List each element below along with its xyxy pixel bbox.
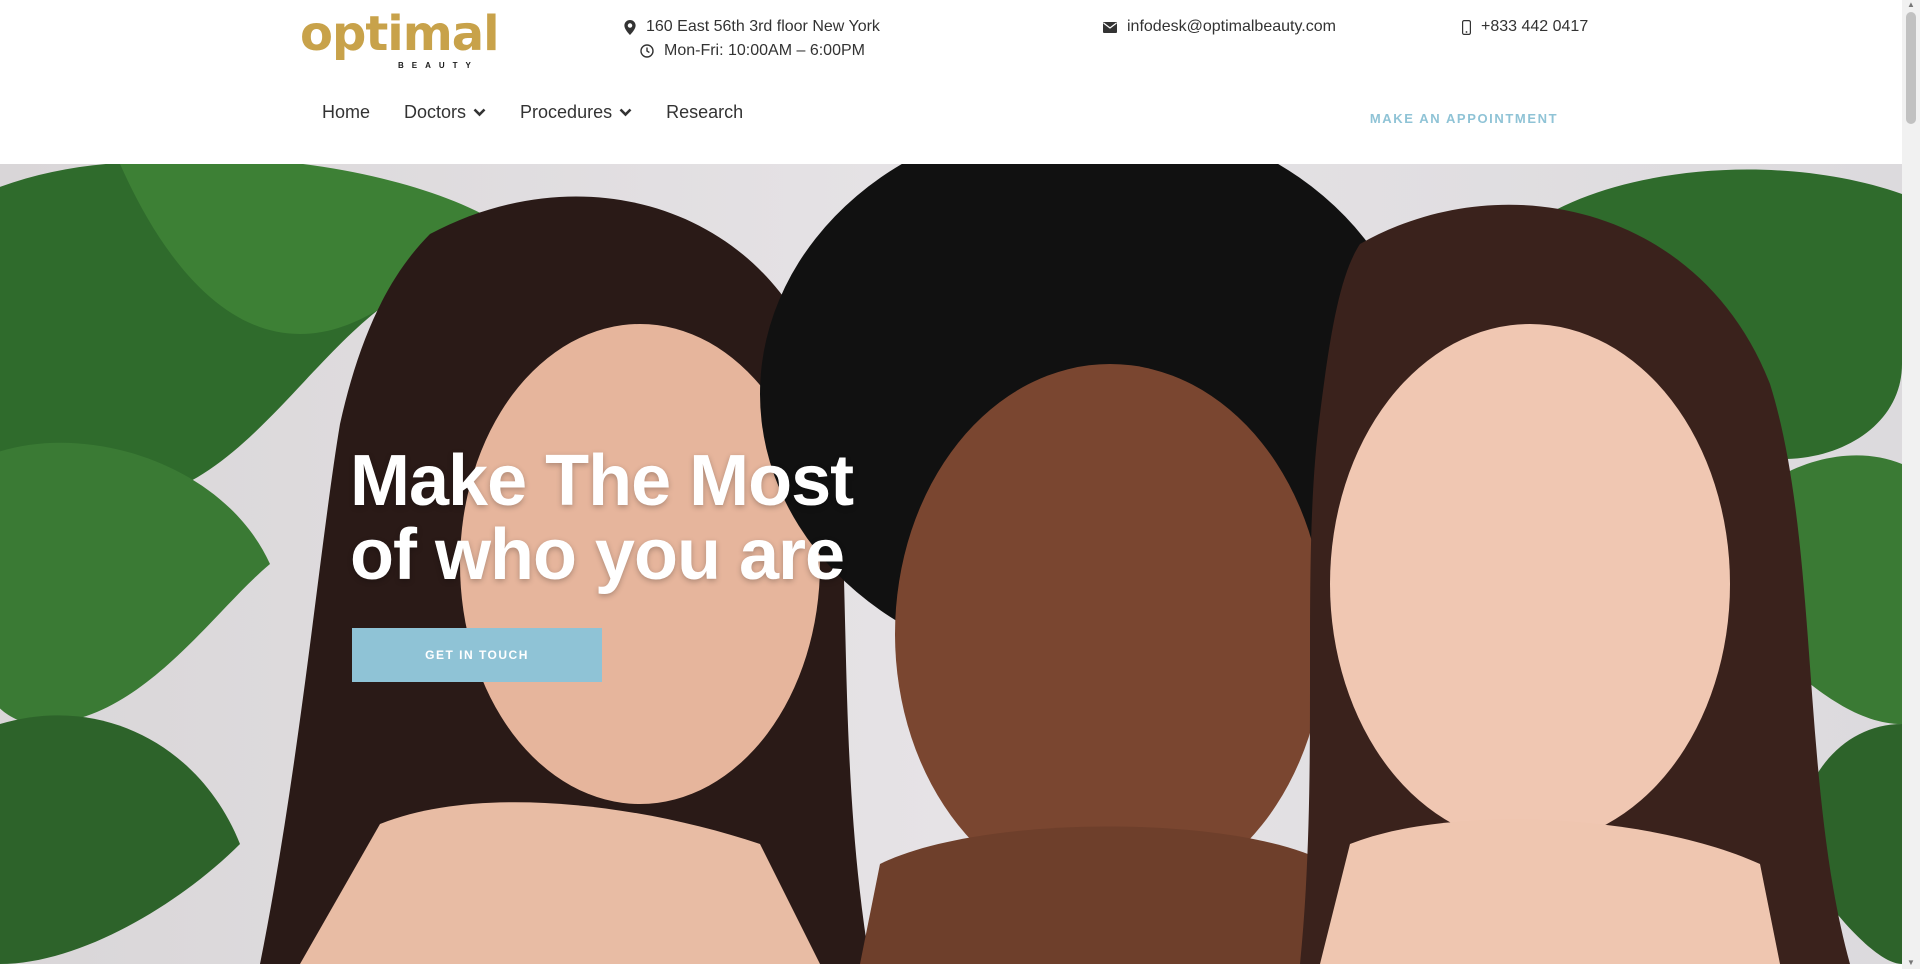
address-text: 160 East 56th 3rd floor New York xyxy=(646,18,880,35)
get-in-touch-button[interactable]: GET IN TOUCH xyxy=(352,628,602,682)
nav-research[interactable]: Research xyxy=(666,102,743,123)
envelope-icon xyxy=(1103,21,1117,33)
hero-headline: Make The Most of who you are xyxy=(350,441,854,595)
main-nav: Home Doctors Procedures Research xyxy=(322,102,777,123)
make-appointment-button[interactable]: MAKE AN APPOINTMENT xyxy=(1360,111,1568,126)
email-link[interactable]: infodesk@optimalbeauty.com xyxy=(1127,18,1336,36)
contact-hours: Mon-Fri: 10:00AM – 6:00PM xyxy=(640,42,865,60)
logo-wordmark: optimal xyxy=(300,6,500,62)
headline-line-2: of who you are xyxy=(350,515,845,595)
nav-research-label: Research xyxy=(666,102,744,122)
contact-email[interactable]: infodesk@optimalbeauty.com xyxy=(1103,18,1336,36)
chevron-down-icon xyxy=(619,108,632,117)
nav-procedures-label: Procedures xyxy=(520,102,613,122)
hero-banner: Make The Most of who you are GET IN TOUC… xyxy=(0,164,1902,964)
nav-home-label: Home xyxy=(322,102,371,122)
hero-background-image xyxy=(0,164,1902,964)
site-header: optimal BEAUTY 160 East 56th 3rd floor N… xyxy=(0,0,1902,164)
contact-address: 160 East 56th 3rd floor New York xyxy=(624,18,880,36)
scroll-up-icon[interactable]: ▲ xyxy=(1907,0,1915,9)
phone-link[interactable]: +833 442 0417 xyxy=(1481,18,1588,36)
logo-subtitle: BEAUTY xyxy=(398,61,479,70)
contact-phone[interactable]: +833 442 0417 xyxy=(1462,18,1588,36)
nav-doctors[interactable]: Doctors xyxy=(404,102,486,123)
brand-logo[interactable]: optimal BEAUTY xyxy=(300,10,500,74)
mobile-phone-icon xyxy=(1462,19,1471,35)
nav-home[interactable]: Home xyxy=(322,102,370,123)
page-scrollbar[interactable]: ▲ ▼ xyxy=(1902,0,1920,969)
scrollbar-thumb[interactable] xyxy=(1906,12,1916,124)
scroll-down-icon[interactable]: ▼ xyxy=(1907,958,1915,967)
headline-line-1: Make The Most xyxy=(350,441,854,521)
nav-doctors-label: Doctors xyxy=(404,102,467,122)
clock-icon xyxy=(640,44,654,58)
chevron-down-icon xyxy=(473,108,486,117)
nav-procedures[interactable]: Procedures xyxy=(520,102,632,123)
hours-text: Mon-Fri: 10:00AM – 6:00PM xyxy=(664,42,865,59)
map-pin-icon xyxy=(624,19,636,35)
